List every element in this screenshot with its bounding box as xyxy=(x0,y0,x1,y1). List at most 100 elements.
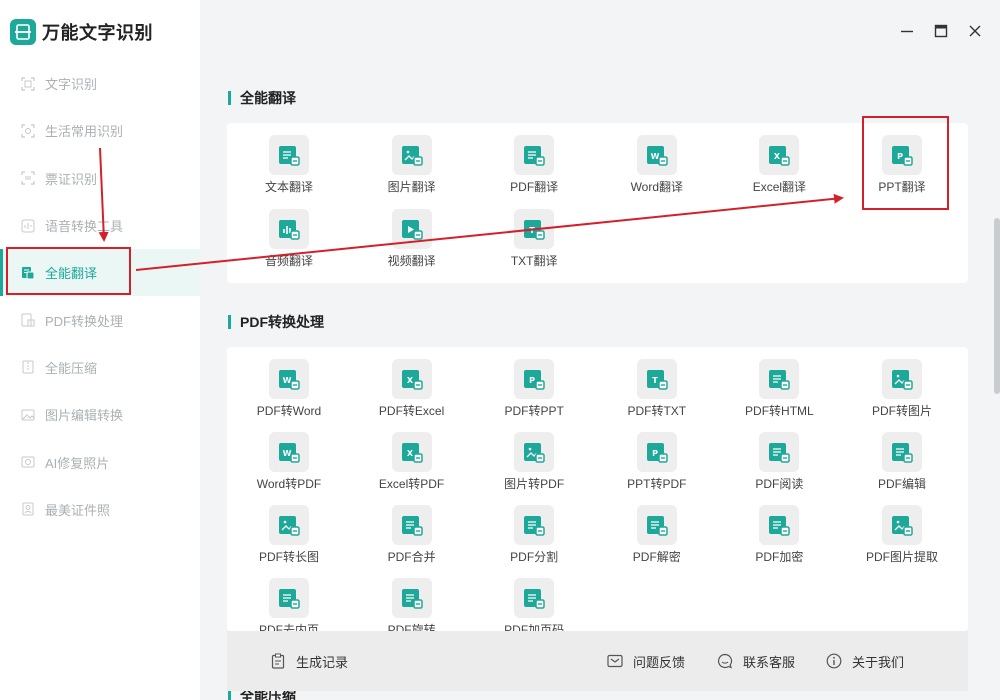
sidebar-item-label: 语音转换工具 xyxy=(45,219,124,235)
tool-tile-pdf-rotate[interactable]: PDF旋转 xyxy=(351,578,473,631)
tool-tile-pdf-page-number[interactable]: PDF加页码 xyxy=(473,578,595,631)
tool-tile-label: TXT翻译 xyxy=(510,254,558,268)
sidebar-item-label: PDF转换处理 xyxy=(45,313,124,329)
section-title-translate: 全能翻译 xyxy=(228,88,296,108)
tool-tile-pdf-to-txt[interactable]: T PDF转TXT xyxy=(596,359,718,429)
svg-text:P: P xyxy=(897,152,903,161)
tool-tile-label: PDF加密 xyxy=(755,550,804,564)
tool-tile-txt-doc[interactable]: T TXT翻译 xyxy=(473,209,595,279)
compress-icon xyxy=(20,359,36,375)
audio-doc-icon xyxy=(269,209,309,249)
maximize-button[interactable] xyxy=(930,20,952,42)
translate-card: 文本翻译 图片翻译 PDF翻译 W Word翻译 X Excel翻译 P PPT翻译音频翻译 视频… xyxy=(227,123,968,283)
tool-tile-word-to-pdf[interactable]: W Word转PDF xyxy=(228,432,350,502)
about-button[interactable]: 关于我们 xyxy=(826,652,904,671)
feedback-button[interactable]: 问题反馈 xyxy=(607,652,685,671)
tool-tile-label: PPT转PDF xyxy=(627,477,687,491)
app-header: 万能文字识别 xyxy=(10,18,153,46)
tool-tile-ppt-doc[interactable]: P PPT翻译 xyxy=(841,135,963,205)
tool-tile-pdf-to-word[interactable]: W PDF转Word xyxy=(228,359,350,429)
ppt-to-pdf-icon: P xyxy=(636,432,677,472)
sidebar-item-ticket-recognition[interactable]: 票证识别 xyxy=(0,155,200,202)
pdf-card: W PDF转Word X PDF转Excel P PDF转PPT T PDF转TXT PDF转H… xyxy=(227,347,968,631)
tool-tile-pdf-to-ppt[interactable]: P PDF转PPT xyxy=(473,359,595,429)
tool-tile-pdf-to-excel[interactable]: X PDF转Excel xyxy=(351,359,473,429)
tool-tile-pdf-to-html[interactable]: PDF转HTML xyxy=(718,359,840,429)
tool-tile-ppt-to-pdf[interactable]: P PPT转PDF xyxy=(596,432,718,502)
svg-text:T: T xyxy=(529,226,535,235)
close-icon xyxy=(969,25,981,37)
svg-text:X: X xyxy=(407,449,414,458)
scan-ticket-icon xyxy=(20,170,36,186)
pdf-to-image-icon xyxy=(882,359,922,399)
tool-tile-pdf-edit[interactable]: PDF编辑 xyxy=(841,432,963,502)
sidebar-item-life-recognition[interactable]: 生活常用识别 xyxy=(0,107,200,154)
tool-tile-pdf-encrypt[interactable]: PDF加密 xyxy=(718,505,840,575)
tool-tile-label: PDF分割 xyxy=(510,550,559,564)
sidebar-item-text-recognition[interactable]: 文字识别 xyxy=(0,60,200,107)
video-doc-icon xyxy=(391,209,432,249)
scrollbar[interactable] xyxy=(994,218,1000,394)
tool-tile-label: PDF编辑 xyxy=(877,477,926,491)
word-to-pdf-icon: W xyxy=(269,432,309,472)
pdf-to-html-icon xyxy=(759,359,800,399)
tool-tile-label: PDF解密 xyxy=(632,550,681,564)
image-edit-icon xyxy=(20,407,36,423)
tool-tile-label: PDF转长图 xyxy=(258,550,319,564)
tool-tile-label: 视频翻译 xyxy=(387,254,436,268)
tool-tile-label: PDF翻译 xyxy=(510,180,559,194)
tool-tile-pdf-decrypt[interactable]: PDF解密 xyxy=(596,505,718,575)
tool-tile-label: PDF合并 xyxy=(387,550,436,564)
tool-tile-pdf-long-image[interactable]: PDF转长图 xyxy=(228,505,350,575)
tool-tile-pdf-read[interactable]: PDF阅读 xyxy=(718,432,840,502)
tool-tile-image-doc[interactable]: 图片翻译 xyxy=(351,135,473,205)
tool-tile-image-to-pdf[interactable]: 图片转PDF xyxy=(473,432,595,502)
tool-tile-pdf-extract-image[interactable]: PDF图片提取 xyxy=(841,505,963,575)
tool-tile-label: Word转PDF xyxy=(256,477,322,491)
tool-tile-pdf-to-image[interactable]: PDF转图片 xyxy=(841,359,963,429)
tool-tile-word-doc[interactable]: W Word翻译 xyxy=(596,135,718,205)
image-doc-icon xyxy=(391,135,432,175)
section-title-pdf: PDF转换处理 xyxy=(228,312,324,332)
chat-icon xyxy=(717,653,733,669)
feedback-label: 问题反馈 xyxy=(633,654,686,670)
tool-tile-pdf-remove-page[interactable]: PDF去内页 xyxy=(228,578,350,631)
image-to-pdf-icon xyxy=(514,432,555,472)
tool-tile-excel-to-pdf[interactable]: X Excel转PDF xyxy=(351,432,473,502)
minimize-button[interactable] xyxy=(896,20,918,42)
svg-text:W: W xyxy=(283,376,292,385)
sidebar-item-ai-photo[interactable]: AI修复照片 xyxy=(0,438,200,485)
close-button[interactable] xyxy=(964,20,986,42)
sidebar-item-label: 全能压缩 xyxy=(45,360,98,376)
tool-tile-pdf-merge[interactable]: PDF合并 xyxy=(351,505,473,575)
tool-tile-video-doc[interactable]: 视频翻译 xyxy=(351,209,473,279)
pdf-extract-image-icon xyxy=(882,505,922,545)
history-button[interactable]: 生成记录 xyxy=(270,652,348,671)
tool-tile-audio-doc[interactable]: 音频翻译 xyxy=(228,209,350,279)
tool-tile-text-doc[interactable]: 文本翻译 xyxy=(228,135,350,205)
tool-tile-label: Excel翻译 xyxy=(752,180,807,194)
pdf-convert-icon xyxy=(20,312,36,328)
word-doc-icon: W xyxy=(636,135,677,175)
tool-tile-label: PDF加页码 xyxy=(504,623,565,631)
sidebar-item-audio-tools[interactable]: 语音转换工具 xyxy=(0,202,200,249)
info-icon xyxy=(826,653,842,669)
sidebar-item-image-edit[interactable]: 图片编辑转换 xyxy=(0,391,200,438)
sidebar: 万能文字识别 文字识别 生活常用识别 票证识别 语音转换工具 全能翻译 PDF转… xyxy=(0,0,200,700)
sidebar-item-compress[interactable]: 全能压缩 xyxy=(0,344,200,391)
translate-icon xyxy=(20,265,36,281)
service-button[interactable]: 联系客服 xyxy=(717,652,795,671)
maximize-icon xyxy=(934,24,948,38)
svg-text:W: W xyxy=(650,152,659,161)
scan-life-icon xyxy=(20,123,36,139)
sidebar-item-pdf[interactable]: PDF转换处理 xyxy=(0,296,200,343)
id-photo-icon xyxy=(20,501,36,517)
clipboard-icon xyxy=(270,653,286,669)
tool-tile-pdf-doc[interactable]: PDF翻译 xyxy=(473,135,595,205)
pdf-edit-icon xyxy=(882,432,922,472)
sidebar-item-translate[interactable]: 全能翻译 xyxy=(0,249,200,297)
tool-tile-pdf-split[interactable]: PDF分割 xyxy=(473,505,595,575)
tool-tile-excel-doc[interactable]: X Excel翻译 xyxy=(718,135,840,205)
footer-bar: 生成记录 问题反馈 联系客服 关于我们 xyxy=(227,631,968,691)
sidebar-item-id-photo[interactable]: 最美证件照 xyxy=(0,486,200,533)
